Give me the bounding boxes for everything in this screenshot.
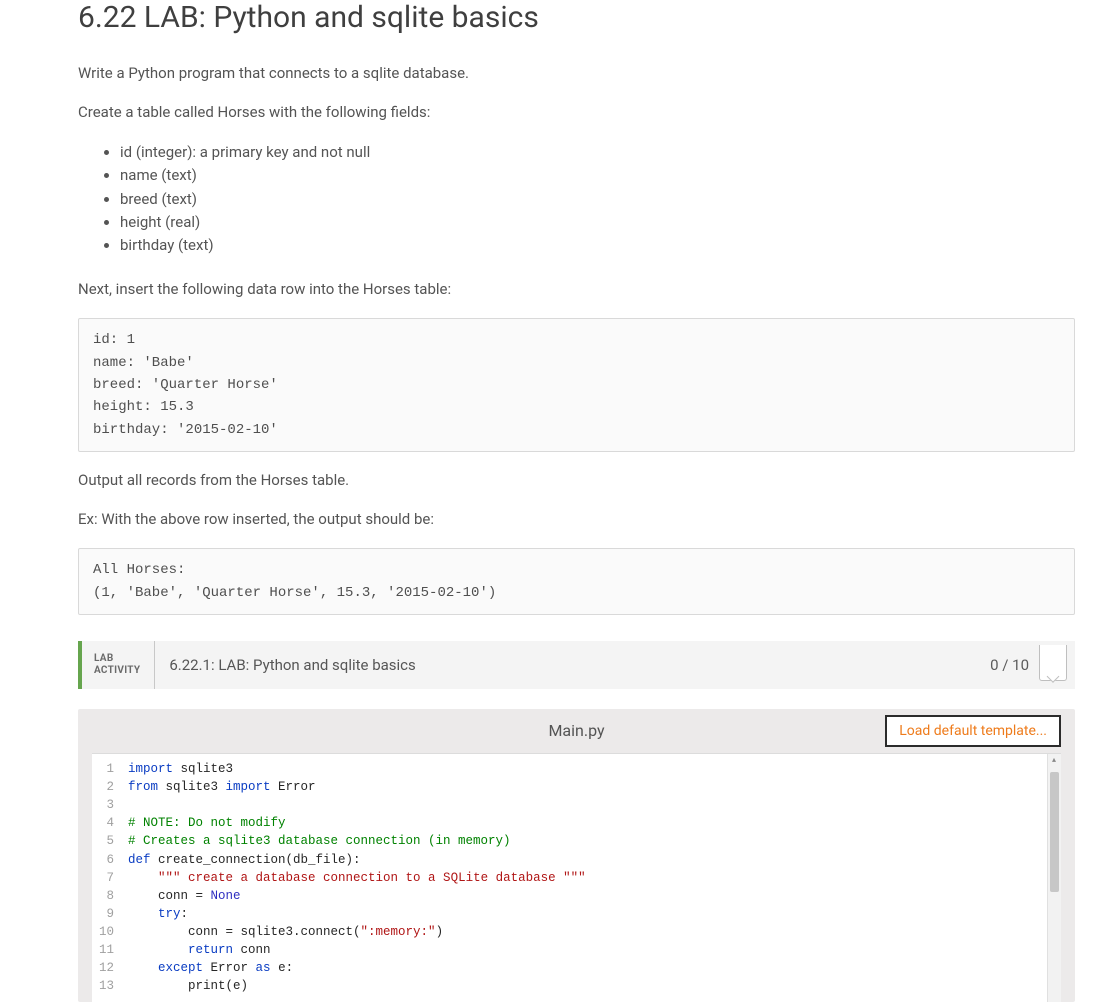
- load-default-template-button[interactable]: Load default template...: [885, 715, 1061, 747]
- scroll-up-arrow-icon[interactable]: ▴: [1047, 754, 1061, 768]
- editor-toolbar: Main.py Load default template...: [78, 709, 1075, 753]
- score-badge-icon: [1039, 645, 1067, 681]
- field-list-item: birthday (text): [120, 234, 1075, 257]
- line-number-gutter: 12345678910111213: [92, 754, 122, 1002]
- lab-label-line1: LAB: [94, 653, 140, 665]
- lab-score: 0 / 10: [990, 641, 1075, 689]
- output-example-block: All Horses: (1, 'Babe', 'Quarter Horse',…: [78, 548, 1075, 615]
- insert-data-block: id: 1 name: 'Babe' breed: 'Quarter Horse…: [78, 318, 1075, 452]
- editor-scrollbar[interactable]: ▴: [1047, 754, 1061, 1002]
- field-list-item: breed (text): [120, 188, 1075, 211]
- intro-paragraph-3: Next, insert the following data row into…: [78, 279, 1075, 300]
- intro-paragraph-1: Write a Python program that connects to …: [78, 63, 1075, 84]
- lab-activity-header: LAB ACTIVITY 6.22.1: LAB: Python and sql…: [78, 641, 1075, 689]
- lab-activity-title: 6.22.1: LAB: Python and sqlite basics: [155, 641, 990, 689]
- code-editor[interactable]: 12345678910111213 import sqlite3from sql…: [92, 753, 1061, 1002]
- scroll-thumb[interactable]: [1050, 772, 1059, 892]
- field-list-item: id (integer): a primary key and not null: [120, 141, 1075, 164]
- output-prompt: Output all records from the Horses table…: [78, 470, 1075, 491]
- fields-list: id (integer): a primary key and not null…: [120, 141, 1075, 257]
- intro-paragraph-2: Create a table called Horses with the fo…: [78, 102, 1075, 123]
- lab-activity-label: LAB ACTIVITY: [82, 641, 155, 689]
- page-title: 6.22 LAB: Python and sqlite basics: [78, 0, 1075, 35]
- field-list-item: name (text): [120, 164, 1075, 187]
- code-editor-container: Main.py Load default template... 1234567…: [78, 709, 1075, 1002]
- editor-filename: Main.py: [548, 721, 604, 740]
- field-list-item: height (real): [120, 211, 1075, 234]
- code-content[interactable]: import sqlite3from sqlite3 import Error …: [122, 754, 1061, 1002]
- lab-label-line2: ACTIVITY: [94, 665, 140, 677]
- output-example-label: Ex: With the above row inserted, the out…: [78, 509, 1075, 530]
- lab-score-text: 0 / 10: [990, 656, 1029, 674]
